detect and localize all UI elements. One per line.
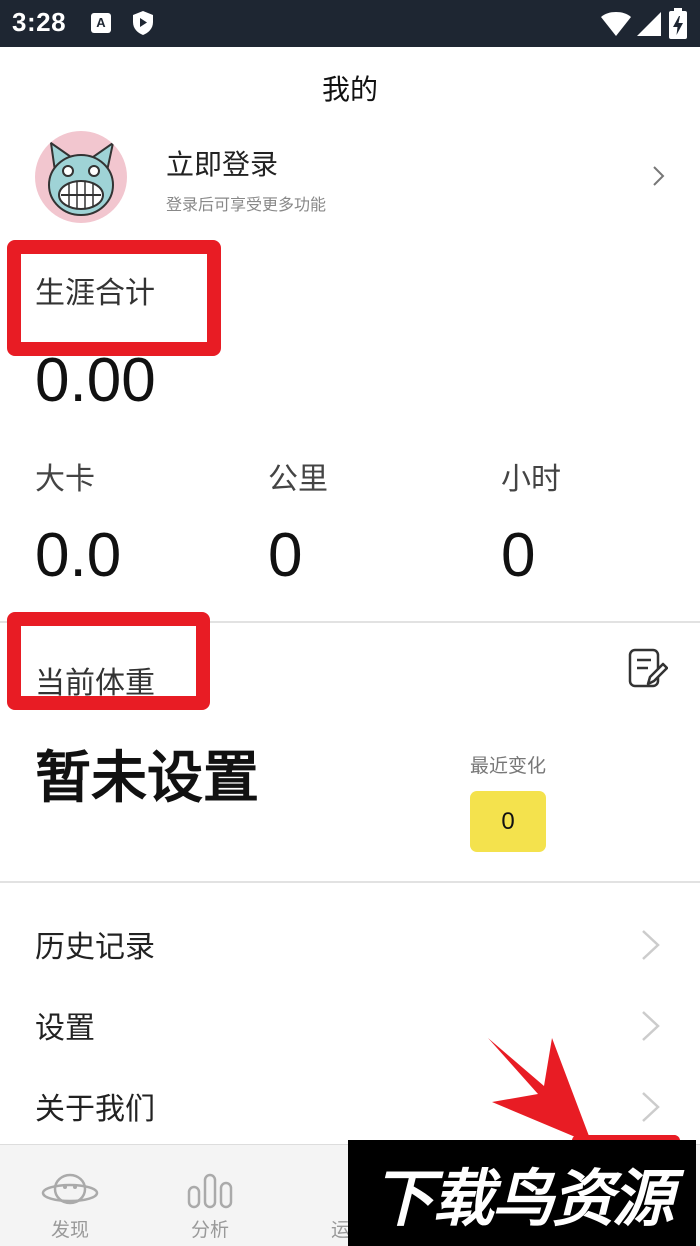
menu-item-label: 设置 (35, 1011, 95, 1046)
login-subtitle: 登录后可享受更多功能 (166, 195, 327, 214)
status-time: 3:28 (12, 7, 67, 37)
watermark: 下载鸟资源 (348, 1140, 696, 1246)
recent-change-badge: 0 (470, 791, 546, 852)
tab-label: 发现 (50, 1219, 89, 1241)
annotation-box (7, 240, 221, 356)
annotation-box (7, 612, 210, 710)
current-weight-value: 暂未设置 (35, 746, 259, 811)
edit-icon[interactable] (628, 648, 668, 690)
cat-avatar-icon[interactable] (35, 131, 127, 223)
menu-item-settings[interactable]: 设置 (0, 985, 700, 1065)
planet-icon (41, 1173, 99, 1205)
menu-item-label: 关于我们 (35, 1092, 155, 1127)
chevron-right-icon[interactable] (651, 163, 667, 189)
menu-item-label: 历史记录 (35, 930, 155, 965)
menu-item-about[interactable]: 关于我们 (0, 1066, 700, 1146)
wifi-icon (601, 12, 631, 36)
shield-icon (133, 11, 153, 35)
chevron-right-icon (642, 1092, 660, 1122)
status-bar: 3:28 A (0, 0, 700, 47)
calories-label: 大卡 (35, 462, 95, 497)
hours-label: 小时 (501, 462, 561, 497)
menu-item-history[interactable]: 历史记录 (0, 904, 700, 984)
annotation-arrow (488, 1038, 592, 1144)
distance-label: 公里 (268, 462, 328, 497)
distance-value: 0 (268, 521, 303, 590)
signal-icon (637, 12, 661, 36)
tab-discover[interactable]: 发现 (0, 1145, 140, 1246)
divider (0, 881, 700, 883)
recent-change-label: 最近变化 (470, 755, 547, 777)
tab-label: 分析 (190, 1219, 229, 1241)
tab-analysis[interactable]: 分析 (140, 1145, 280, 1246)
a-notification-icon: A (91, 13, 111, 33)
battery-icon (669, 8, 687, 39)
login-title[interactable]: 立即登录 (166, 143, 278, 183)
page-title: 我的 (321, 73, 378, 106)
bar-chart-icon (187, 1173, 233, 1209)
chevron-right-icon (642, 1011, 660, 1041)
watermark-text: 下载鸟资源 (371, 1162, 674, 1235)
calories-value: 0.0 (35, 521, 122, 590)
chevron-right-icon (642, 930, 660, 960)
hours-value: 0 (501, 521, 536, 590)
